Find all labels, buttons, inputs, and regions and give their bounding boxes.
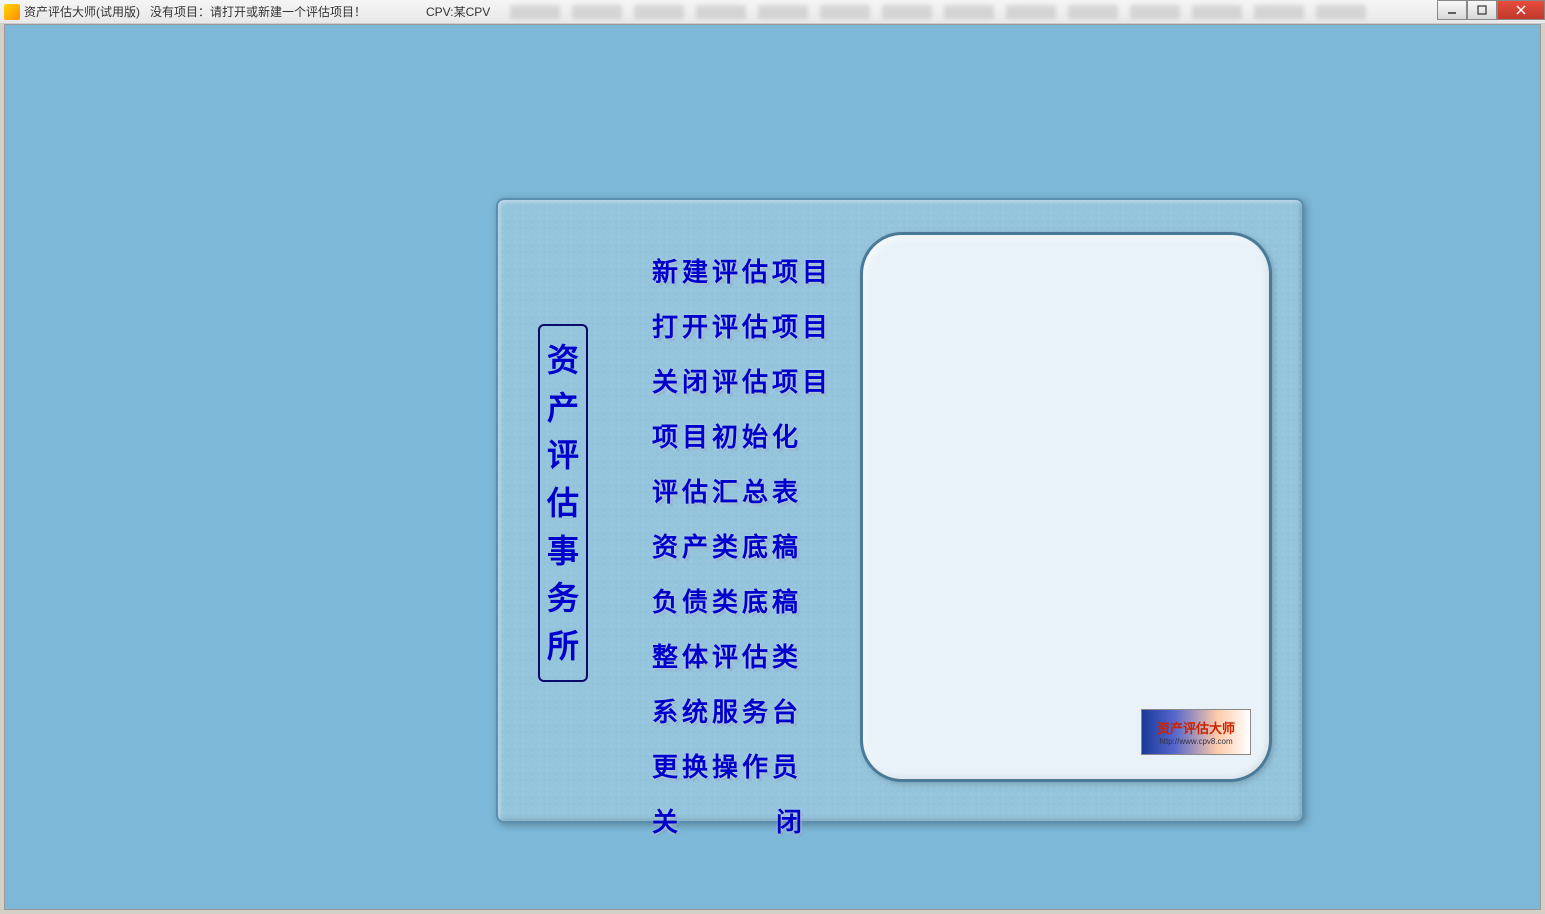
char-0: 资 bbox=[547, 344, 579, 376]
char-4: 事 bbox=[547, 535, 579, 567]
app-title: 资产评估大师(试用版) bbox=[24, 3, 140, 20]
firm-name-vertical: 资 产 评 估 事 务 所 bbox=[538, 324, 588, 682]
maximize-icon bbox=[1477, 5, 1487, 15]
menu-close-project[interactable]: 关闭评估项目 bbox=[652, 362, 832, 399]
toolbar-blurred bbox=[510, 5, 1366, 19]
menu-liability-drafts[interactable]: 负债类底稿 bbox=[652, 582, 832, 619]
minimize-button[interactable] bbox=[1437, 0, 1467, 20]
menu-open-project[interactable]: 打开评估项目 bbox=[652, 307, 832, 344]
close-icon bbox=[1516, 5, 1526, 15]
menu-asset-drafts[interactable]: 资产类底稿 bbox=[652, 527, 832, 564]
app-icon bbox=[4, 4, 20, 20]
char-3: 估 bbox=[547, 487, 579, 519]
welcome-panel: 资 产 评 估 事 务 所 新建评估项目 打开评估项目 关闭评估项目 项目初始化… bbox=[496, 198, 1304, 823]
char-1: 产 bbox=[547, 392, 579, 424]
char-2: 评 bbox=[547, 439, 579, 471]
project-status: 没有项目：请打开或新建一个评估项目！ bbox=[150, 3, 366, 20]
menu-exit[interactable]: 关闭 bbox=[652, 802, 832, 839]
titlebar: 资产评估大师(试用版) 没有项目：请打开或新建一个评估项目！ CPV:某CPV bbox=[0, 0, 1545, 24]
window-controls bbox=[1437, 0, 1545, 20]
close-right: 闭 bbox=[776, 808, 802, 837]
menu-summary-table[interactable]: 评估汇总表 bbox=[652, 472, 832, 509]
cpv-label: CPV:某CPV bbox=[426, 3, 490, 20]
logo-text: 资产评估大师 bbox=[1157, 718, 1235, 737]
logo-url: http://www.cpv8.com bbox=[1159, 737, 1232, 746]
preview-pane: 资产评估大师 http://www.cpv8.com bbox=[860, 232, 1272, 782]
maximize-button[interactable] bbox=[1467, 0, 1497, 20]
minimize-icon bbox=[1447, 5, 1457, 15]
menu-init-project[interactable]: 项目初始化 bbox=[652, 417, 832, 454]
menu-change-operator[interactable]: 更换操作员 bbox=[652, 747, 832, 784]
char-6: 所 bbox=[547, 630, 579, 662]
close-window-button[interactable] bbox=[1497, 0, 1545, 20]
menu-new-project[interactable]: 新建评估项目 bbox=[652, 252, 832, 289]
logo-badge: 资产评估大师 http://www.cpv8.com bbox=[1141, 709, 1251, 755]
menu-overall-eval[interactable]: 整体评估类 bbox=[652, 637, 832, 674]
main-workspace: 资 产 评 估 事 务 所 新建评估项目 打开评估项目 关闭评估项目 项目初始化… bbox=[4, 24, 1541, 910]
close-left: 关 bbox=[652, 808, 678, 837]
main-menu: 新建评估项目 打开评估项目 关闭评估项目 项目初始化 评估汇总表 资产类底稿 负… bbox=[652, 252, 832, 839]
menu-system-service[interactable]: 系统服务台 bbox=[652, 692, 832, 729]
char-5: 务 bbox=[547, 582, 579, 614]
